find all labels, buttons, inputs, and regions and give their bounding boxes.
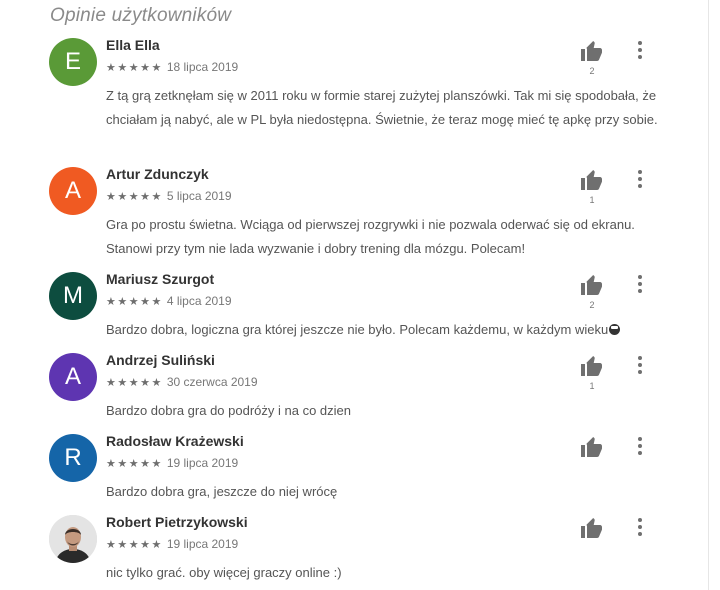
- avatar-initial: A: [64, 363, 81, 390]
- review-date: 19 lipca 2019: [166, 537, 239, 551]
- thumb-up-icon[interactable]: [580, 436, 604, 458]
- review-text: Gra po prostu świetna. Wciąga od pierwsz…: [106, 217, 635, 256]
- star-rating: ★★★★★: [106, 538, 163, 551]
- avatar[interactable]: A: [49, 353, 97, 401]
- more-vert-icon[interactable]: [632, 436, 648, 456]
- reviewer-name[interactable]: Andrzej Suliński: [106, 352, 215, 368]
- star-rating: ★★★★★: [106, 295, 163, 308]
- avatar-initial: A: [64, 177, 81, 204]
- more-vert-icon[interactable]: [632, 169, 648, 189]
- sunglasses-emoji: [609, 324, 621, 335]
- thumb-up-icon[interactable]: [580, 517, 604, 539]
- reviewer-name[interactable]: Ella Ella: [106, 37, 160, 53]
- thumb-up-icon[interactable]: [580, 355, 604, 377]
- avatar-initial: E: [64, 48, 81, 75]
- star-rating: ★★★★★: [106, 376, 163, 389]
- more-vert-icon[interactable]: [632, 274, 648, 294]
- review-meta: ★★★★★ 19 lipca 2019: [106, 537, 238, 551]
- helpful-count: 2: [589, 66, 595, 76]
- avatar[interactable]: E: [49, 38, 97, 86]
- star-rating: ★★★★★: [106, 61, 163, 74]
- thumb-up-icon[interactable]: [580, 40, 604, 62]
- avatar[interactable]: R: [49, 434, 97, 482]
- review-text: nic tylko grać. oby więcej graczy online…: [106, 565, 342, 580]
- thumb-up-icon[interactable]: [580, 274, 604, 296]
- reviewer-name[interactable]: Robert Pietrzykowski: [106, 514, 248, 530]
- review-meta: ★★★★★ 18 lipca 2019: [106, 60, 238, 74]
- reviewer-name[interactable]: Radosław Krażewski: [106, 433, 244, 449]
- review-meta: ★★★★★ 30 czerwca 2019: [106, 375, 258, 389]
- star-rating: ★★★★★: [106, 190, 163, 203]
- review-text: Bardzo dobra gra, jeszcze do niej wrócę: [106, 484, 338, 499]
- review-date: 5 lipca 2019: [166, 189, 232, 203]
- right-edge-divider: [708, 0, 709, 590]
- more-vert-icon[interactable]: [632, 355, 648, 375]
- review-meta: ★★★★★ 5 lipca 2019: [106, 189, 232, 203]
- review-date: 19 lipca 2019: [166, 456, 239, 470]
- review-date: 18 lipca 2019: [166, 60, 239, 74]
- review-date: 4 lipca 2019: [166, 294, 232, 308]
- avatar[interactable]: A: [49, 167, 97, 215]
- profile-photo: [49, 515, 97, 563]
- review-date: 30 czerwca 2019: [166, 375, 258, 389]
- review-text: Bardzo dobra, logiczna gra której jeszcz…: [106, 318, 671, 342]
- more-vert-icon[interactable]: [632, 517, 648, 537]
- more-vert-icon[interactable]: [632, 40, 648, 60]
- helpful-count: 1: [589, 381, 595, 391]
- avatar[interactable]: M: [49, 272, 97, 320]
- avatar-initial: R: [64, 444, 82, 471]
- star-rating: ★★★★★: [106, 457, 163, 470]
- avatar-initial: M: [63, 282, 83, 309]
- thumb-up-icon[interactable]: [580, 169, 604, 191]
- helpful-count: 1: [589, 195, 595, 205]
- review-text: Z tą grą zetknęłam się w 2011 roku w for…: [106, 88, 658, 127]
- review-meta: ★★★★★ 19 lipca 2019: [106, 456, 238, 470]
- helpful-count: 2: [589, 300, 595, 310]
- avatar[interactable]: [49, 515, 97, 563]
- reviewer-name[interactable]: Artur Zdunczyk: [106, 166, 209, 182]
- section-title: Opinie użytkowników: [50, 5, 232, 26]
- review-meta: ★★★★★ 4 lipca 2019: [106, 294, 232, 308]
- review-text-content: Bardzo dobra, logiczna gra której jeszcz…: [106, 322, 609, 337]
- reviewer-name[interactable]: Mariusz Szurgot: [106, 271, 214, 287]
- review-text: Bardzo dobra gra do podróży i na co dzie…: [106, 403, 351, 418]
